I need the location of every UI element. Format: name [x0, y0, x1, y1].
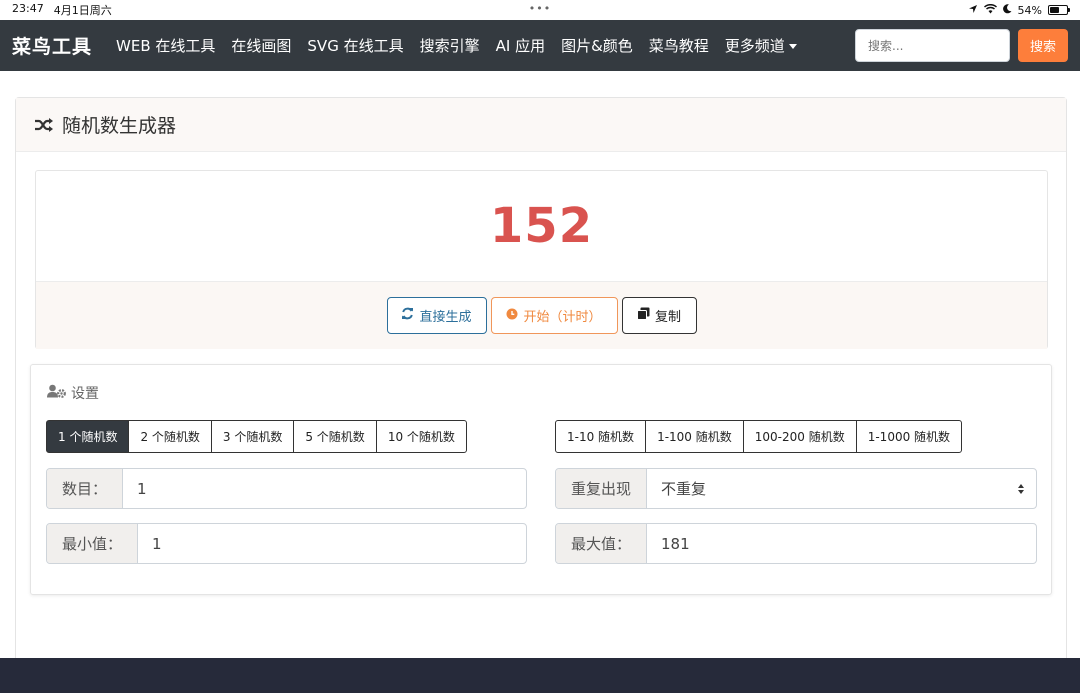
search-button[interactable]: 搜索 — [1018, 29, 1068, 62]
battery-percent: 54% — [1017, 3, 1042, 17]
moon-icon — [1002, 3, 1012, 17]
nav-link-images-colors[interactable]: 图片&颜色 — [553, 35, 641, 56]
settings-panel: 设置 1 个随机数 2 个随机数 3 个随机数 5 个随机数 10 个随机数 1… — [30, 364, 1052, 595]
nav-links: WEB 在线工具 在线画图 SVG 在线工具 搜索引擎 AI 应用 图片&颜色 … — [108, 35, 855, 56]
action-bar: 直接生成 开始（计时） 复制 — [36, 282, 1047, 349]
multitask-dots[interactable]: ••• — [529, 2, 551, 15]
start-timer-label: 开始（计时） — [523, 310, 602, 325]
nav-link-search-engines[interactable]: 搜索引擎 — [412, 35, 488, 56]
nav-link-tutorials[interactable]: 菜鸟教程 — [641, 35, 717, 56]
max-input[interactable]: 181 — [647, 524, 1036, 563]
search-input[interactable] — [855, 29, 1010, 62]
brand-logo[interactable]: 菜鸟工具 — [12, 32, 92, 59]
status-date: 4月1日周六 — [53, 4, 112, 17]
caret-down-icon — [788, 44, 797, 49]
min-input-group: 最小值： 1 — [46, 523, 527, 564]
count-preset-1[interactable]: 1 个随机数 — [46, 420, 130, 453]
shuffle-icon — [34, 117, 54, 133]
user-cog-icon — [47, 384, 66, 402]
generate-button[interactable]: 直接生成 — [386, 297, 487, 334]
nav-link-web-tools[interactable]: WEB 在线工具 — [108, 35, 223, 56]
count-input[interactable]: 1 — [123, 469, 526, 508]
copy-button[interactable]: 复制 — [621, 297, 697, 334]
result-number: 152 — [489, 198, 594, 254]
top-navbar: 菜鸟工具 WEB 在线工具 在线画图 SVG 在线工具 搜索引擎 AI 应用 图… — [0, 20, 1080, 71]
repeat-label: 重复出现 — [556, 469, 648, 508]
nav-link-drawing[interactable]: 在线画图 — [223, 35, 299, 56]
random-generator-card: 随机数生成器 152 直接生成 开始（计时） 复制 设置 1 个随机数 2 个随… — [15, 97, 1067, 672]
count-preset-2[interactable]: 2 个随机数 — [128, 420, 212, 453]
card-title: 随机数生成器 — [62, 115, 177, 137]
result-display: 152 — [36, 171, 1047, 282]
clock-icon — [506, 308, 518, 324]
select-arrows-icon[interactable] — [1018, 469, 1036, 508]
refresh-icon — [401, 307, 414, 324]
battery-icon — [1048, 5, 1070, 15]
range-preset-group: 1-10 随机数 1-100 随机数 100-200 随机数 1-1000 随机… — [555, 420, 963, 453]
start-timer-button[interactable]: 开始（计时） — [490, 297, 618, 334]
count-preset-10[interactable]: 10 个随机数 — [375, 420, 467, 453]
count-preset-5[interactable]: 5 个随机数 — [293, 420, 377, 453]
count-preset-group: 1 个随机数 2 个随机数 3 个随机数 5 个随机数 10 个随机数 — [46, 420, 467, 453]
status-time: 23:47 — [12, 2, 44, 15]
repeat-select-group: 重复出现 不重复 — [555, 468, 1037, 509]
min-input[interactable]: 1 — [138, 524, 526, 563]
count-label: 数目： — [47, 469, 124, 508]
copy-icon — [636, 307, 650, 324]
nav-link-svg-tools[interactable]: SVG 在线工具 — [299, 35, 411, 56]
repeat-select[interactable]: 不重复 — [647, 469, 1018, 508]
count-preset-3[interactable]: 3 个随机数 — [210, 420, 295, 453]
result-box: 152 直接生成 开始（计时） 复制 — [35, 170, 1048, 349]
copy-label: 复制 — [654, 310, 681, 325]
range-preset-1-100[interactable]: 1-100 随机数 — [645, 420, 744, 453]
settings-title: 设置 — [71, 386, 99, 402]
location-icon — [968, 4, 978, 17]
wifi-icon — [983, 3, 997, 17]
card-header: 随机数生成器 — [16, 98, 1066, 152]
status-bar: 23:47 4月1日周六 ••• 54% — [0, 0, 1080, 20]
generate-label: 直接生成 — [419, 310, 472, 325]
max-label: 最大值： — [556, 524, 648, 563]
range-preset-1-1000[interactable]: 1-1000 随机数 — [855, 420, 963, 453]
page-footer — [0, 658, 1080, 693]
more-channels-label: 更多频道 — [724, 37, 785, 55]
nav-link-more-channels[interactable]: 更多频道 — [717, 35, 805, 56]
nav-link-ai-apps[interactable]: AI 应用 — [488, 35, 553, 56]
min-label: 最小值： — [47, 524, 139, 563]
settings-header: 设置 — [47, 383, 99, 403]
max-input-group: 最大值： 181 — [555, 523, 1037, 564]
range-preset-1-10[interactable]: 1-10 随机数 — [555, 420, 647, 453]
range-preset-100-200[interactable]: 100-200 随机数 — [742, 420, 857, 453]
count-input-group: 数目： 1 — [46, 468, 527, 509]
